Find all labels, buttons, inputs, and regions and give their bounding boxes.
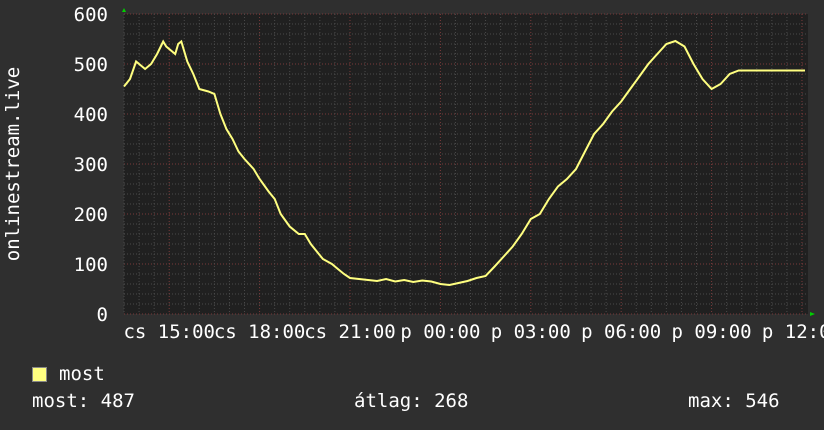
y-tick-label: 0 <box>97 304 108 326</box>
y-axis-label: onlinestream.live <box>2 67 24 261</box>
x-axis-arrow <box>810 312 815 316</box>
y-tick-label: 200 <box>74 204 108 226</box>
legend: most <box>32 362 105 386</box>
x-tick-label: cs 15:00 <box>123 321 215 343</box>
x-tick-label: p 09:00 <box>672 321 752 343</box>
y-tick-label: 100 <box>74 254 108 276</box>
x-tick-label: cs 21:00 <box>304 321 396 343</box>
stat-average: átlag: 268 <box>354 390 469 412</box>
x-tick-label: p 06:00 <box>581 321 661 343</box>
legend-label: most <box>59 363 105 385</box>
line-chart: 0 100 200 300 400 500 600 cs 15:00cs 18:00cs 2… <box>2 4 824 343</box>
y-axis-arrow <box>122 8 126 12</box>
legend-swatch <box>32 366 47 382</box>
x-tick-label: cs 18:00 <box>214 321 306 343</box>
stat-current: most: 487 <box>32 390 135 412</box>
y-tick-label: 400 <box>74 104 108 126</box>
y-tick-label: 600 <box>74 4 108 26</box>
x-tick-label: p 03:00 <box>491 321 571 343</box>
x-tick-label: p 00:00 <box>400 321 480 343</box>
x-axis-ticks: cs 15:00cs 18:00cs 21:00 p 00:00 p 03:00 p … <box>123 321 824 343</box>
x-tick-label: p 12:00 <box>762 321 824 343</box>
y-tick-label: 300 <box>74 154 108 176</box>
stat-max: max: 546 <box>688 390 780 412</box>
y-axis-ticks: 0 100 200 300 400 500 600 <box>74 4 108 326</box>
y-tick-label: 500 <box>74 54 108 76</box>
